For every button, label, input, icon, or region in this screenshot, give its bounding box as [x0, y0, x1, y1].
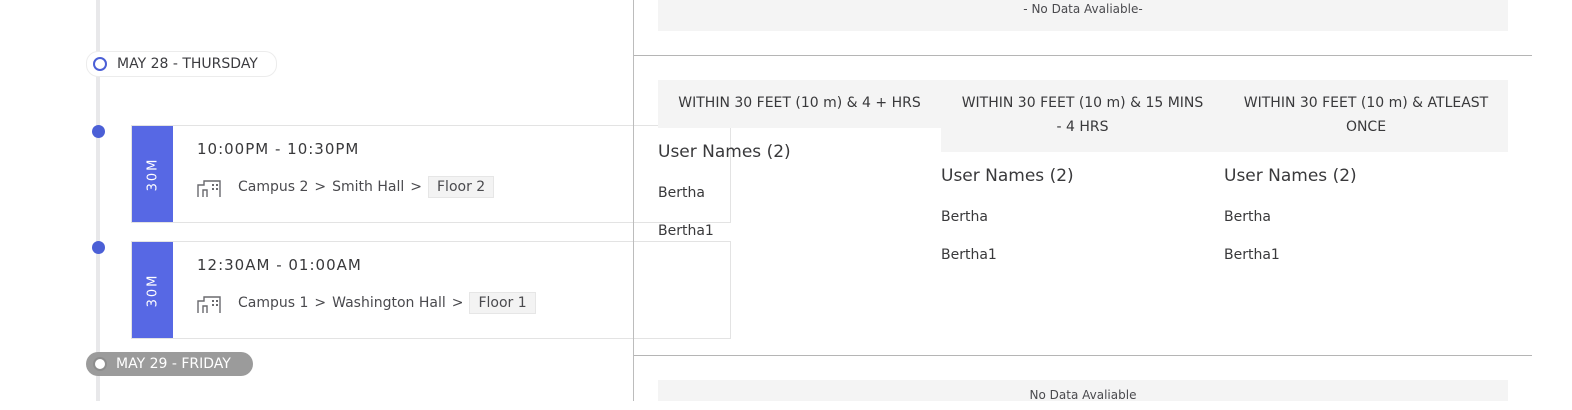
no-data-box: No Data Avaliable [658, 380, 1508, 402]
visit-card[interactable]: 30M 12:30AM - 01:00AM Campus 1 > Washing… [131, 241, 731, 339]
building-icon [197, 296, 221, 313]
user-name[interactable]: Bertha1 [658, 223, 714, 239]
building-icon [197, 180, 221, 197]
panel-divider [633, 0, 634, 401]
visit-location: Campus 2 > Smith Hall > Floor 2 [238, 176, 495, 198]
floor-tag: Floor 1 [469, 292, 536, 314]
visit-time: 10:00PM - 10:30PM [197, 140, 360, 158]
date-pill-may-29[interactable]: MAY 29 - FRIDAY [86, 352, 253, 376]
user-name[interactable]: Bertha [1224, 209, 1271, 225]
section-divider [634, 355, 1532, 356]
user-name[interactable]: Bertha1 [1224, 247, 1280, 263]
timeline-dot [92, 241, 105, 254]
column-header-15mins-4hrs: WITHIN 30 FEET (10 m) & 15 MINS - 4 HRS [941, 80, 1224, 152]
timeline-node-active [93, 57, 107, 71]
duration-badge: 30M [132, 126, 173, 222]
floor-tag: Floor 2 [428, 176, 495, 198]
users-title: User Names (2) [658, 142, 791, 162]
date-pill-may-28[interactable]: MAY 28 - THURSDAY [86, 51, 277, 77]
users-title: User Names (2) [941, 166, 1074, 186]
no-data-box: - No Data Avaliable- [658, 0, 1508, 31]
users-title: User Names (2) [1224, 166, 1357, 186]
section-divider [634, 55, 1532, 56]
column-header-4hrs: WITHIN 30 FEET (10 m) & 4 + HRS [658, 80, 941, 128]
user-name[interactable]: Bertha [658, 185, 705, 201]
user-name[interactable]: Bertha [941, 209, 988, 225]
visit-location: Campus 1 > Washington Hall > Floor 1 [238, 292, 536, 314]
user-name[interactable]: Bertha1 [941, 247, 997, 263]
timeline-node-inactive [93, 357, 107, 371]
column-header-atleast-once: WITHIN 30 FEET (10 m) & ATLEAST ONCE [1224, 80, 1508, 152]
duration-badge: 30M [132, 242, 173, 338]
visit-time: 12:30AM - 01:00AM [197, 256, 362, 274]
visit-card[interactable]: 30M 10:00PM - 10:30PM Campus 2 > Smith H… [131, 125, 731, 223]
timeline-dot [92, 125, 105, 138]
